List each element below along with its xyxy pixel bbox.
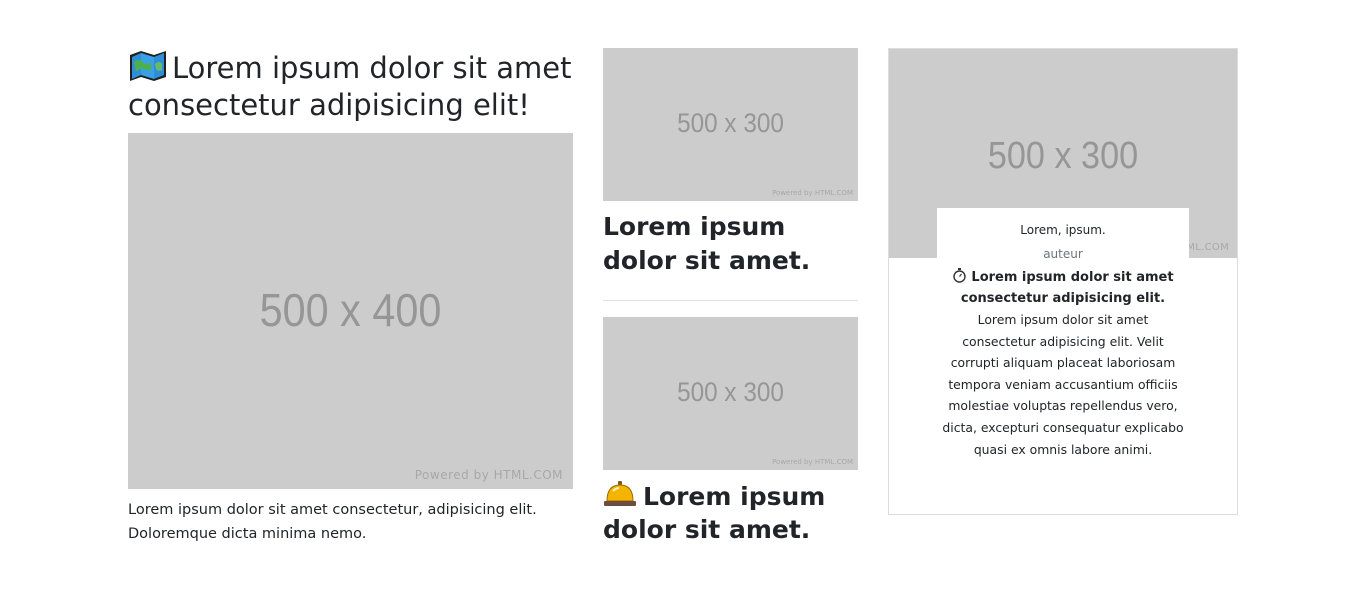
divider — [603, 300, 858, 301]
card-name: Lorem, ipsum. — [1020, 223, 1106, 237]
card-body: Lorem, ipsum. auteur Lorem ipsum dolor s… — [937, 208, 1189, 461]
image-dimensions-label: 500 x 300 — [677, 377, 784, 407]
map-icon — [128, 50, 168, 82]
column1-text: Lorem ipsum dolor sit amet consectetur, … — [128, 502, 537, 542]
card-heading-text: Lorem ipsum dolor sit amet consectetur a… — [960, 270, 1174, 306]
column2-image-1: 500 x 300 Powered by HTML.COM — [603, 48, 858, 201]
image-dimensions-label: 500 x 300 — [677, 108, 784, 138]
column1-title: Lorem ipsum dolor sit amet consectetur a… — [128, 50, 578, 124]
column2-title-2: Lorem ipsum dolor sit amet. — [603, 480, 858, 546]
column2-title-1: Lorem ipsum dolor sit amet. — [603, 212, 811, 275]
card-heading: Lorem ipsum dolor sit amet consectetur a… — [937, 267, 1189, 309]
card-text: Lorem ipsum dolor sit amet consectetur a… — [942, 312, 1184, 457]
card-role: auteur — [1043, 247, 1083, 261]
bellhop-bell-icon — [603, 480, 637, 508]
column1-image: 500 x 400 Powered by HTML.COM — [128, 133, 573, 489]
image-dimensions-label: 500 x 300 — [987, 135, 1139, 177]
image-dimensions-label: 500 x 400 — [259, 284, 442, 336]
column2-image-2: 500 x 300 Powered by HTML.COM — [603, 317, 858, 470]
profile-card: 500 x 300 Powered by HTML.COM Lorem, ips… — [888, 48, 1238, 515]
column1-title-text: Lorem ipsum dolor sit amet consectetur a… — [128, 51, 572, 122]
image-credit: Powered by HTML.COM — [414, 468, 563, 482]
image-credit: Powered by HTML.COM — [772, 458, 853, 466]
stopwatch-icon — [952, 268, 967, 283]
image-credit: Powered by HTML.COM — [772, 189, 853, 197]
